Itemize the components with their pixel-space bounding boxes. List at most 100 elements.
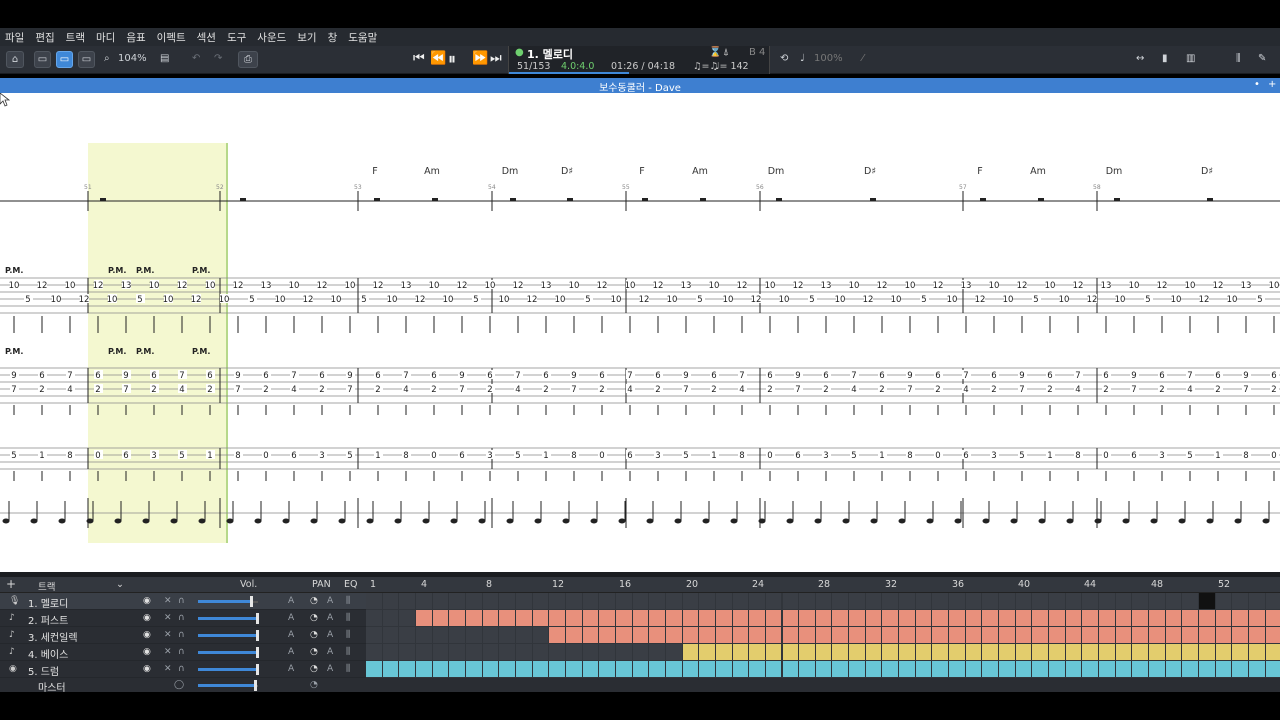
empty-bar[interactable]: [699, 593, 715, 609]
track-row[interactable]: ♪ 3. 세컨일렉 ◉ ✕ ∩ A ◔ A ⫼: [0, 627, 366, 644]
arrangement-bar[interactable]: [682, 661, 699, 677]
empty-bar[interactable]: [599, 593, 615, 609]
mute-icon[interactable]: ✕: [164, 596, 172, 606]
arrangement-bar[interactable]: [1032, 644, 1049, 660]
arrangement-bar[interactable]: [932, 644, 949, 660]
arrangement-bar[interactable]: [1049, 661, 1065, 677]
fit-width-icon[interactable]: ↔: [1136, 53, 1144, 64]
arrangement-bar[interactable]: [1049, 627, 1065, 643]
arrangement-bar[interactable]: [582, 661, 599, 677]
arrangement-bar[interactable]: [715, 644, 732, 660]
eq-icon[interactable]: ⫼: [346, 664, 350, 674]
menu-item-0[interactable]: 파일: [4, 30, 25, 45]
arrangement-bar[interactable]: [1099, 661, 1115, 677]
arrangement-bar[interactable]: [599, 661, 615, 677]
solo-headphone-icon[interactable]: ∩: [178, 664, 185, 674]
empty-bar[interactable]: [1132, 593, 1149, 609]
arrangement-bar[interactable]: [1132, 627, 1149, 643]
empty-bar[interactable]: [882, 593, 899, 609]
speed-readout[interactable]: 100%: [814, 53, 843, 64]
mute-icon[interactable]: ✕: [164, 630, 172, 640]
empty-bar[interactable]: [1115, 593, 1132, 609]
arrangement-bar[interactable]: [1099, 610, 1115, 626]
master-pan-knob-icon[interactable]: ◔: [310, 680, 318, 690]
volume-knob[interactable]: [256, 630, 259, 641]
empty-bar[interactable]: [665, 644, 682, 660]
auto-pan-icon[interactable]: A: [327, 664, 333, 674]
arrangement-bar[interactable]: [982, 661, 999, 677]
empty-bar[interactable]: [465, 644, 482, 660]
empty-bar[interactable]: [932, 593, 949, 609]
menu-item-5[interactable]: 이펙트: [156, 30, 187, 45]
arrangement-bar[interactable]: [1149, 610, 1165, 626]
track-name[interactable]: 3. 세컨일렉: [28, 629, 78, 644]
arrangement-bar[interactable]: [915, 610, 932, 626]
menu-item-3[interactable]: 마디: [95, 30, 116, 45]
arrangement-bar[interactable]: [1215, 661, 1232, 677]
arrangement-bar[interactable]: [882, 661, 899, 677]
empty-bar[interactable]: [782, 593, 799, 609]
menu-item-10[interactable]: 창: [327, 30, 339, 45]
arrangement-bar[interactable]: [665, 661, 682, 677]
arrangement-bar[interactable]: [782, 661, 799, 677]
track-name[interactable]: 2. 퍼스트: [28, 612, 68, 627]
arrangement-bar[interactable]: [632, 627, 649, 643]
arrangement-bar[interactable]: [715, 627, 732, 643]
empty-bar[interactable]: [382, 593, 399, 609]
menu-item-9[interactable]: 보기: [296, 30, 317, 45]
empty-bar[interactable]: [1032, 593, 1049, 609]
arrangement-bar[interactable]: [682, 627, 699, 643]
arrangement-bar[interactable]: [999, 661, 1015, 677]
arrangement-bar[interactable]: [1265, 644, 1280, 660]
arrangement-bar[interactable]: [1182, 610, 1198, 626]
auto-volume-icon[interactable]: A: [288, 664, 294, 674]
arrangement-bar[interactable]: [949, 661, 965, 677]
empty-bar[interactable]: [632, 644, 649, 660]
arrangement-bar[interactable]: [732, 661, 749, 677]
arrangement-bar[interactable]: [999, 644, 1015, 660]
arrangement-bar[interactable]: [765, 610, 782, 626]
arrangement-bar[interactable]: [799, 610, 815, 626]
capo-icon[interactable]: ⁄: [862, 53, 864, 64]
arrangement-bar[interactable]: [665, 627, 682, 643]
arrangement-bar[interactable]: [465, 661, 482, 677]
arrangement-bar[interactable]: [899, 610, 915, 626]
visibility-eye-icon[interactable]: ◉: [143, 647, 151, 657]
solo-headphone-icon[interactable]: ∩: [178, 596, 185, 606]
arrangement-bar[interactable]: [715, 610, 732, 626]
empty-bar[interactable]: [799, 593, 815, 609]
arrangement-bar[interactable]: [1265, 610, 1280, 626]
arrangement-bar[interactable]: [515, 610, 532, 626]
arrangement-bar[interactable]: [1099, 627, 1115, 643]
arrangement-bar[interactable]: [1232, 644, 1248, 660]
mute-icon[interactable]: ✕: [164, 664, 172, 674]
tempo-display[interactable]: ♩= 142: [715, 61, 749, 72]
menu-item-4[interactable]: 음표: [125, 30, 146, 45]
arrangement-bar[interactable]: [1232, 661, 1248, 677]
arrangement-bar[interactable]: [915, 644, 932, 660]
menu-item-6[interactable]: 섹션: [196, 30, 217, 45]
empty-bar[interactable]: [1065, 593, 1082, 609]
arrangement-bar[interactable]: [499, 661, 515, 677]
arrangement-bar[interactable]: [749, 644, 765, 660]
volume-knob[interactable]: [256, 613, 259, 624]
arrangement-bar[interactable]: [815, 644, 832, 660]
undo-icon[interactable]: ↶: [192, 53, 200, 64]
track-menu-chevron-icon[interactable]: ⌄: [116, 579, 124, 590]
solo-headphone-icon[interactable]: ∩: [178, 647, 185, 657]
arrangement-bar[interactable]: [1199, 644, 1215, 660]
arrangement-bar[interactable]: [765, 644, 782, 660]
empty-bar[interactable]: [999, 593, 1015, 609]
eq-icon[interactable]: ⫼: [346, 630, 350, 640]
empty-bar[interactable]: [865, 593, 882, 609]
arrangement-bar[interactable]: [1149, 661, 1165, 677]
arrangement-bar[interactable]: [615, 661, 632, 677]
volume-knob[interactable]: [256, 647, 259, 658]
arrangement-bar[interactable]: [1015, 661, 1032, 677]
skip-end-icon[interactable]: ⏭: [490, 51, 502, 66]
track-row[interactable]: ♪ 2. 퍼스트 ◉ ✕ ∩ A ◔ A ⫼: [0, 610, 366, 627]
menu-item-1[interactable]: 편집: [34, 30, 55, 45]
empty-bar[interactable]: [415, 627, 432, 643]
empty-bar[interactable]: [1182, 593, 1198, 609]
mute-icon[interactable]: ✕: [164, 613, 172, 623]
